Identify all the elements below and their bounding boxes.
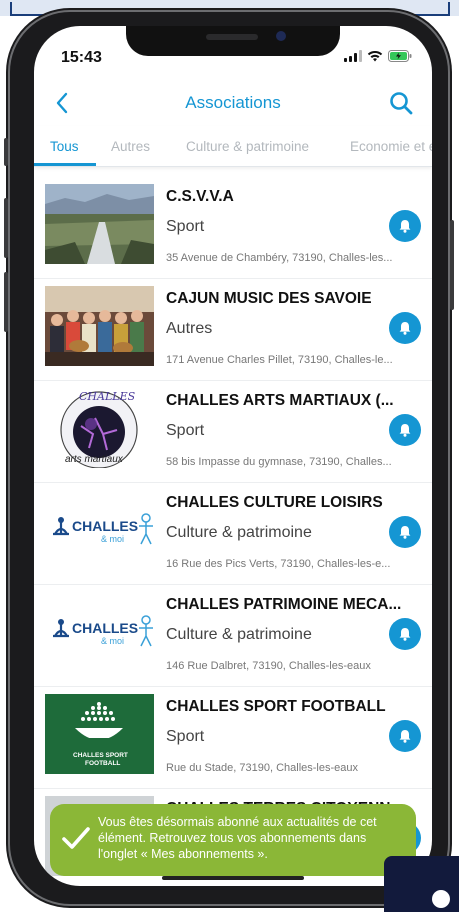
association-logo: CHALLES SPORT FOOTBALL xyxy=(45,694,154,774)
logo-sub: & moi xyxy=(101,534,125,544)
item-category: Culture & patrimoine xyxy=(166,524,312,541)
subscription-toast[interactable]: Vous êtes désormais abonné aux actualité… xyxy=(50,804,416,876)
item-title: CAJUN MUSIC DES SAVOIE xyxy=(166,290,372,307)
item-address: 171 Avenue Charles Pillet, 73190, Challe… xyxy=(166,354,393,366)
list-item[interactable]: CHALLES & moi CHALLES PATRIMOINE MECA...… xyxy=(34,584,432,687)
subscribe-button[interactable] xyxy=(389,312,421,344)
battery-icon xyxy=(388,50,412,62)
volume-up-button xyxy=(4,198,8,258)
tab-tous[interactable]: Tous xyxy=(50,139,79,154)
nav-bar: Associations xyxy=(34,84,432,124)
list-item[interactable]: C.S.V.V.A Sport 35 Avenue de Chambéry, 7… xyxy=(34,176,432,279)
power-button xyxy=(450,220,454,310)
page-title: Associations xyxy=(185,93,281,112)
association-image xyxy=(45,286,154,366)
item-category: Culture & patrimoine xyxy=(166,626,312,643)
category-tabs: Tous Autres Culture & patrimoine Economi… xyxy=(34,126,432,167)
list-item[interactable]: CHALLES & moi CHALLES CULTURE LOISIRS Cu… xyxy=(34,482,432,585)
item-title: CHALLES ARTS MARTIAUX (... xyxy=(166,392,394,409)
item-title: CHALLES PATRIMOINE MECA... xyxy=(166,596,402,613)
logo-word: CHALLES xyxy=(72,518,139,534)
side-button xyxy=(4,138,8,166)
item-category: Sport xyxy=(166,218,205,235)
item-title: CHALLES SPORT FOOTBALL xyxy=(166,698,386,715)
toast-message: Vous êtes désormais abonné aux actualité… xyxy=(98,815,377,861)
list-item[interactable]: CAJUN MUSIC DES SAVOIE Autres 171 Avenue… xyxy=(34,278,432,381)
association-logo: CHALLES arts martiaux xyxy=(45,388,154,468)
logo-line1: CHALLES SPORT xyxy=(73,752,128,759)
item-category: Sport xyxy=(166,422,205,439)
tab-economie[interactable]: Economie et e xyxy=(350,139,432,154)
status-icons xyxy=(344,50,412,62)
search-icon[interactable] xyxy=(388,90,414,116)
bell-icon xyxy=(399,526,411,539)
corner-overlay xyxy=(384,856,459,912)
item-address: Rue du Stade, 73190, Challes-les-eaux xyxy=(166,762,359,774)
logo-word: CHALLES xyxy=(72,620,139,636)
item-title: C.S.V.V.A xyxy=(166,188,234,205)
item-category: Sport xyxy=(166,728,205,745)
subscribe-button[interactable] xyxy=(389,720,421,752)
signal-icon xyxy=(344,50,362,62)
list-item[interactable]: CHALLES SPORT FOOTBALL CHALLES SPORT FOO… xyxy=(34,686,432,789)
item-title: CHALLES CULTURE LOISIRS xyxy=(166,494,383,511)
item-address: 16 Rue des Pics Verts, 73190, Challes-le… xyxy=(166,558,391,570)
tab-culture-patrimoine[interactable]: Culture & patrimoine xyxy=(186,139,309,154)
item-address: 58 bis Impasse du gymnase, 73190, Challe… xyxy=(166,456,392,468)
bell-icon xyxy=(399,424,411,437)
item-address: 146 Rue Dalbret, 73190, Challes-les-eaux xyxy=(166,660,371,672)
bell-icon xyxy=(399,220,411,233)
item-category: Autres xyxy=(166,320,213,337)
app-screen: 15:43 Associations Tous Autres Culture &… xyxy=(34,26,432,886)
home-indicator[interactable] xyxy=(162,876,304,880)
bell-icon xyxy=(399,628,411,641)
subscribe-button[interactable] xyxy=(389,210,421,242)
active-tab-indicator xyxy=(34,163,96,166)
volume-down-button xyxy=(4,272,8,332)
item-address: 35 Avenue de Chambéry, 73190, Challes-le… xyxy=(166,252,393,264)
notch xyxy=(126,26,340,56)
bell-icon xyxy=(399,322,411,335)
subscribe-button[interactable] xyxy=(389,414,421,446)
subscribe-button[interactable] xyxy=(389,618,421,650)
bell-icon xyxy=(399,730,411,743)
subscribe-button[interactable] xyxy=(389,516,421,548)
association-image xyxy=(45,184,154,264)
tab-autres[interactable]: Autres xyxy=(111,139,150,154)
logo-sub: & moi xyxy=(101,636,125,646)
logo-top-text: CHALLES xyxy=(79,390,136,403)
status-time: 15:43 xyxy=(61,49,102,66)
association-logo: CHALLES & moi xyxy=(45,490,154,570)
logo-bottom-text: arts martiaux xyxy=(65,454,123,465)
list-item[interactable]: CHALLES arts martiaux CHALLES ARTS MARTI… xyxy=(34,380,432,483)
check-icon xyxy=(62,827,90,849)
association-logo: CHALLES & moi xyxy=(45,592,154,672)
wifi-icon xyxy=(367,50,383,62)
logo-line2: FOOTBALL xyxy=(85,760,121,767)
